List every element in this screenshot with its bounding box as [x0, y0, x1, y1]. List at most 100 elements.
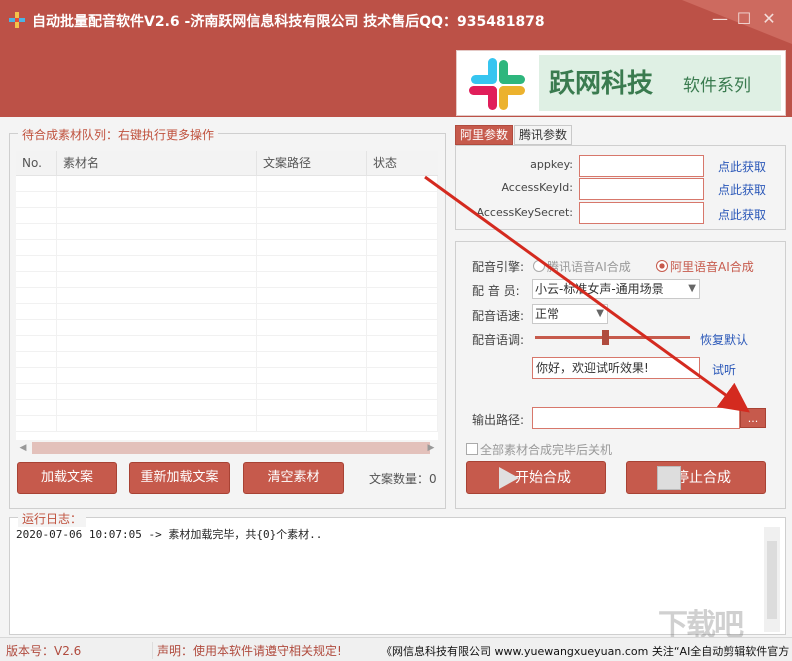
table-cell-empty [367, 224, 438, 240]
table-cell-empty [367, 416, 438, 432]
status-bar: 版本号：V2.6 声明：使用本软件请遵守相关规定! 《网信息科技有限公司 www… [0, 637, 792, 661]
voice-select[interactable]: 小云-标准女声-通用场景 ▼ [532, 279, 700, 299]
column-header-status[interactable]: 状态 [367, 151, 438, 175]
param-tabs: 阿里参数 腾讯参数 [455, 125, 573, 145]
chevron-down-icon: ▼ [688, 283, 696, 294]
horizontal-scroll-thumb[interactable] [32, 442, 430, 454]
version-text: 版本号：V2.6 [6, 644, 82, 658]
table-cell-empty [257, 288, 367, 304]
scroll-left-icon[interactable]: ◀ [16, 440, 30, 456]
queue-legend: 待合成素材队列：右键执行更多操作 [18, 126, 219, 143]
shutdown-checkbox[interactable]: 全部素材合成完毕后关机 [466, 441, 612, 458]
load-button[interactable]: 加载文案 [17, 462, 117, 494]
stop-icon [657, 466, 681, 490]
stop-button[interactable]: 停止合成 [626, 461, 766, 494]
table-row-empty [16, 224, 438, 240]
window-title: 自动批量配音软件V2.6 -济南跃网信息科技有限公司 技术售后QQ：935481… [32, 14, 545, 30]
clear-button[interactable]: 清空素材 [243, 462, 344, 494]
engine-label: 配音引擎: [472, 260, 525, 274]
table-cell-empty [16, 192, 57, 208]
table-cell-empty [57, 400, 257, 416]
table-cell-empty [257, 256, 367, 272]
table-cell-empty [16, 416, 57, 432]
table-cell-empty [367, 400, 438, 416]
table-row-empty [16, 192, 438, 208]
engine-radio-tencent-label: 腾讯语音AI合成 [547, 260, 631, 274]
engine-radio-ali[interactable]: 阿里语音AI合成 [656, 258, 754, 275]
scroll-right-icon[interactable]: ▶ [424, 440, 438, 456]
engine-radio-tencent[interactable]: 腾讯语音AI合成 [533, 258, 631, 275]
table-row-empty [16, 272, 438, 288]
table-row-empty [16, 240, 438, 256]
column-header-no[interactable]: No. [16, 151, 57, 175]
pitch-slider-thumb[interactable] [602, 330, 609, 345]
queue-table-header: No. 素材名 文案路径 状态 [16, 151, 438, 176]
table-cell-empty [257, 192, 367, 208]
checkbox-unchecked-icon [466, 443, 478, 455]
table-cell-empty [367, 272, 438, 288]
preview-text-input[interactable]: 你好，欢迎试听效果! [532, 357, 700, 379]
tab-ali[interactable]: 阿里参数 [455, 125, 514, 145]
brand-name: 跃网科技 [549, 69, 654, 99]
table-cell-empty [367, 320, 438, 336]
table-cell-empty [367, 336, 438, 352]
table-cell-empty [57, 272, 257, 288]
table-cell-empty [367, 288, 438, 304]
column-header-name[interactable]: 素材名 [57, 151, 257, 175]
appkey-get-link[interactable]: 点此获取 [718, 158, 766, 175]
log-vertical-scrollbar[interactable] [764, 527, 780, 632]
table-row-empty [16, 176, 438, 192]
table-row-empty [16, 288, 438, 304]
table-row-empty [16, 320, 438, 336]
column-header-path[interactable]: 文案路径 [257, 151, 367, 175]
table-cell-empty [16, 272, 57, 288]
table-row-empty [16, 256, 438, 272]
table-row-empty [16, 352, 438, 368]
close-button[interactable]: ✕ [758, 8, 780, 30]
table-cell-empty [257, 240, 367, 256]
log-scroll-thumb[interactable] [767, 541, 777, 619]
accesskeysecret-input[interactable] [579, 202, 704, 224]
table-cell-empty [367, 208, 438, 224]
table-row-empty [16, 400, 438, 416]
table-cell-empty [367, 304, 438, 320]
shutdown-checkbox-label: 全部素材合成完毕后关机 [480, 443, 613, 457]
tab-tencent[interactable]: 腾讯参数 [514, 125, 573, 145]
app-logo-icon [9, 12, 25, 28]
marquee-text: 《网信息科技有限公司 www.yuewangxueyuan.com 关注“AI全… [381, 645, 790, 658]
table-row-empty [16, 304, 438, 320]
appkey-label: appkey: [530, 158, 573, 171]
queue-table-body [16, 176, 438, 432]
reload-button[interactable]: 重新加载文案 [129, 462, 230, 494]
appkey-input[interactable] [579, 155, 704, 177]
accesskeyid-get-link[interactable]: 点此获取 [718, 181, 766, 198]
queue-table[interactable]: No. 素材名 文案路径 状态 [16, 151, 438, 440]
table-cell-empty [367, 384, 438, 400]
horizontal-scrollbar[interactable]: ◀ ▶ [16, 440, 438, 456]
table-cell-empty [257, 352, 367, 368]
table-cell-empty [16, 224, 57, 240]
minimize-button[interactable]: — [709, 8, 731, 30]
table-cell-empty [57, 336, 257, 352]
table-row-empty [16, 384, 438, 400]
table-cell-empty [16, 176, 57, 192]
table-cell-empty [57, 224, 257, 240]
table-cell-empty [16, 384, 57, 400]
table-cell-empty [57, 416, 257, 432]
pitch-slider-track[interactable] [535, 336, 690, 339]
table-cell-empty [16, 240, 57, 256]
speed-select[interactable]: 正常 ▼ [532, 304, 608, 324]
chevron-down-icon: ▼ [596, 308, 604, 319]
accesskeyid-label: AccessKeyId: [501, 181, 573, 194]
start-button[interactable]: 开始合成 [466, 461, 606, 494]
preview-link[interactable]: 试听 [712, 361, 736, 378]
speed-label: 配音语速: [472, 309, 525, 323]
browse-button[interactable]: ... [740, 408, 766, 428]
output-path-input[interactable] [532, 407, 740, 429]
reset-default-link[interactable]: 恢复默认 [700, 331, 748, 348]
table-cell-empty [367, 192, 438, 208]
accesskeysecret-get-link[interactable]: 点此获取 [718, 206, 766, 223]
accesskeyid-input[interactable] [579, 178, 704, 200]
maximize-button[interactable]: ☐ [733, 8, 755, 30]
table-cell-empty [16, 208, 57, 224]
